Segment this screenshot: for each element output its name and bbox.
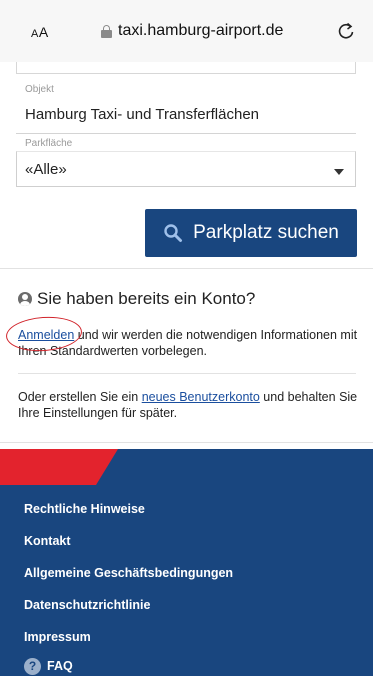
caret-down-icon (334, 169, 344, 175)
user-icon (18, 292, 32, 306)
section-divider (0, 268, 373, 269)
footer-link-imprint[interactable]: Impressum (24, 630, 91, 644)
account-title-text: Sie haben bereits ein Konto? (37, 289, 256, 308)
search-parking-button[interactable]: Parkplatz suchen (145, 209, 357, 257)
search-icon (164, 224, 183, 242)
previous-field-box (16, 62, 356, 74)
object-underline (16, 133, 356, 134)
create-account-paragraph: Oder erstellen Sie ein neues Benutzerkon… (18, 389, 363, 421)
footer-link-contact[interactable]: Kontakt (24, 534, 71, 548)
footer-divider (0, 442, 373, 443)
reload-icon[interactable] (335, 20, 357, 42)
url-text: taxi.hamburg-airport.de (118, 22, 284, 39)
brand-stripe (0, 449, 118, 485)
footer-link-legal[interactable]: Rechtliche Hinweise (24, 502, 145, 516)
browser-address-bar: AA taxi.hamburg-airport.de (0, 0, 373, 62)
footer-link-terms[interactable]: Allgemeine Geschäftsbedingungen (24, 566, 233, 580)
footer-link-privacy[interactable]: Datenschutzrichtlinie (24, 598, 150, 612)
url-field[interactable]: taxi.hamburg-airport.de (101, 22, 283, 40)
create-account-link[interactable]: neues Benutzerkonto (142, 390, 260, 404)
help-icon: ? (24, 658, 41, 675)
faq-label: FAQ (47, 658, 73, 673)
parking-label: Parkfläche (25, 138, 73, 149)
object-label: Objekt (25, 84, 54, 95)
parking-value: «Alle» (25, 161, 67, 178)
footer-link-faq[interactable]: ? FAQ (24, 658, 73, 675)
lock-icon (101, 24, 112, 38)
text-size-button[interactable]: AA (31, 24, 49, 40)
account-divider (18, 373, 356, 374)
create-prefix: Oder erstellen Sie ein (18, 390, 142, 404)
parking-select[interactable] (16, 151, 356, 187)
search-button-label: Parkplatz suchen (193, 222, 339, 243)
account-heading: Sie haben bereits ein Konto? (18, 289, 255, 309)
object-value[interactable]: Hamburg Taxi- und Transferflächen (25, 106, 259, 123)
